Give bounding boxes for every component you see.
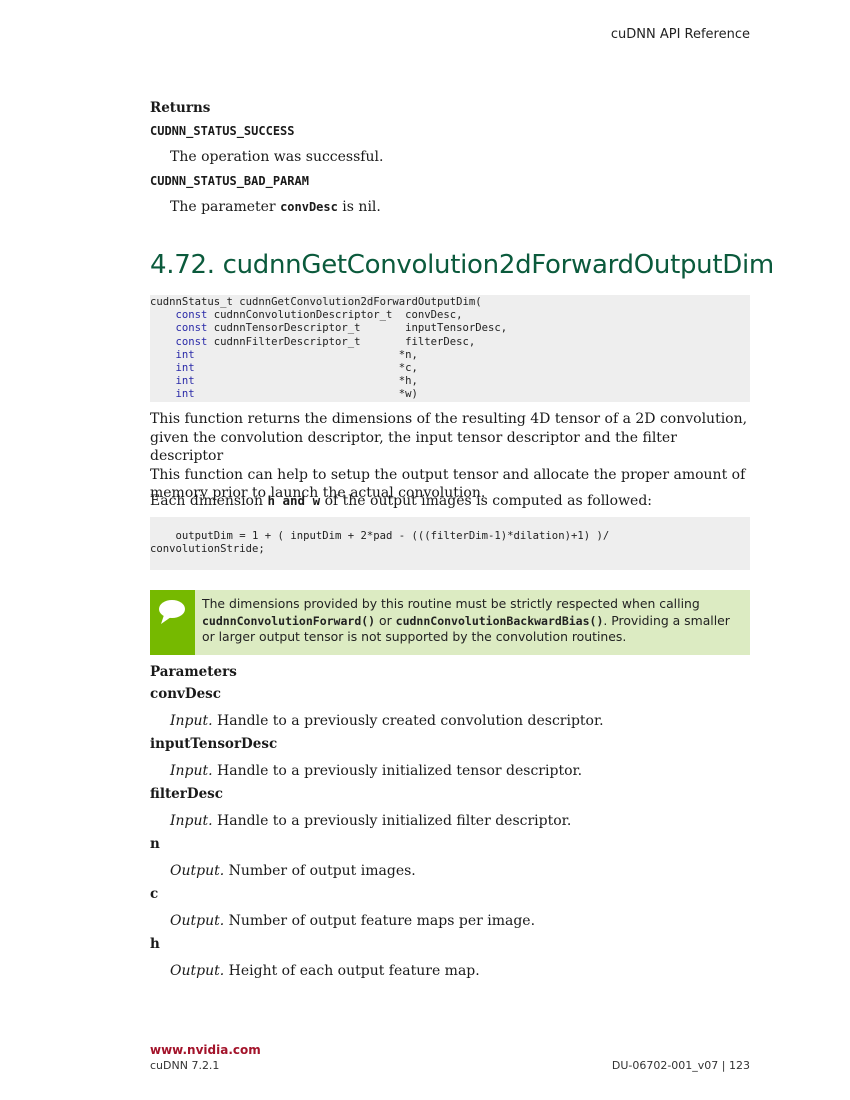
param-name-n: n	[150, 836, 160, 852]
description-paragraph: This function returns the dimensions of …	[150, 410, 750, 503]
param-keyword: const	[175, 335, 208, 348]
footer-nvidia-link[interactable]: www.nvidia.com	[150, 1043, 261, 1057]
dimension-code: h and w	[267, 493, 321, 508]
param-desc-convdesc: Input. Handle to a previously created co…	[170, 713, 604, 729]
param-desc-filterdesc: Input. Handle to a previously initialize…	[170, 813, 571, 829]
formula-codeblock: outputDim = 1 + ( inputDim + 2*pad - (((…	[150, 517, 750, 570]
param-decl: *c,	[194, 362, 418, 375]
description-line: This function returns the dimensions of …	[150, 411, 748, 427]
param-desc-c: Output. Number of output feature maps pe…	[170, 913, 535, 929]
param-desc-inputtensordesc: Input. Handle to a previously initialize…	[170, 763, 582, 779]
param-decl: cudnnConvolutionDescriptor_t convDesc,	[207, 309, 463, 322]
param-keyword: const	[175, 322, 208, 335]
formula-code: outputDim = 1 + ( inputDim + 2*pad - (((…	[150, 517, 750, 556]
dimension-paragraph: Each dimension h and w of the output ima…	[150, 492, 750, 511]
param-keyword: int	[175, 362, 195, 375]
param-decl: cudnnTensorDescriptor_t inputTensorDesc,	[207, 322, 508, 335]
param-desc-text: Handle to a previously initialized filte…	[212, 813, 572, 829]
param-decl: *h,	[194, 375, 418, 388]
section-title: 4.72. cudnnGetConvolution2dForwardOutput…	[150, 250, 774, 280]
return-desc-post: is nil.	[337, 199, 381, 215]
formula-line: convolutionStride;	[150, 543, 265, 556]
param-name-filterdesc: filterDesc	[150, 786, 223, 802]
param-desc-text: Number of output feature maps per image.	[224, 913, 536, 929]
param-desc-text: Height of each output feature map.	[224, 963, 480, 979]
description-line: given the convolution descriptor, the in…	[150, 429, 677, 465]
returns-heading: Returns	[150, 100, 211, 116]
param-kind: Input.	[170, 713, 213, 729]
note-code-backward-bias: cudnnConvolutionBackwardBias()	[395, 613, 604, 628]
param-name-h: h	[150, 936, 160, 952]
return-code-bad-param: CUDNN_STATUS_BAD_PARAM	[150, 174, 309, 188]
param-keyword: int	[175, 375, 195, 388]
param-kind: Output.	[170, 863, 225, 879]
param-desc-h: Output. Height of each output feature ma…	[170, 963, 480, 979]
note-icon-box	[150, 590, 195, 655]
return-desc-pre: The parameter	[170, 199, 281, 215]
function-signature-codeblock: cudnnStatus_t cudnnGetConvolution2dForwa…	[150, 295, 750, 402]
footer-doc-id-page: DU-06702-001_v07 | 123	[611, 1059, 750, 1072]
param-desc-text: Number of output images.	[224, 863, 416, 879]
note-text: The dimensions provided by this routine …	[202, 596, 742, 646]
param-desc-text: Handle to a previously created convoluti…	[212, 713, 604, 729]
note-code-forward: cudnnConvolutionForward()	[202, 613, 376, 628]
return-desc-success: The operation was successful.	[170, 149, 384, 165]
return-code-success: CUDNN_STATUS_SUCCESS	[150, 124, 295, 138]
return-desc-bad-param: The parameter convDesc is nil.	[170, 199, 381, 215]
parameters-heading: Parameters	[150, 664, 237, 680]
dimension-post: of the output images is computed as foll…	[320, 493, 653, 509]
page-header-title: cuDNN API Reference	[610, 27, 750, 42]
param-kind: Input.	[170, 763, 213, 779]
param-name-c: c	[150, 886, 159, 902]
param-keyword: int	[175, 388, 195, 401]
signature-code: cudnnStatus_t cudnnGetConvolution2dForwa…	[150, 296, 750, 402]
param-kind: Output.	[170, 963, 225, 979]
footer-product-version: cuDNN 7.2.1	[150, 1059, 220, 1072]
note-text-mid: or	[375, 612, 396, 628]
param-kind: Output.	[170, 913, 225, 929]
formula-line: outputDim = 1 + ( inputDim + 2*pad - (((…	[150, 530, 610, 542]
param-keyword: const	[175, 309, 208, 322]
param-decl: cudnnFilterDescriptor_t filterDesc,	[207, 335, 476, 348]
param-desc-n: Output. Number of output images.	[170, 863, 416, 879]
param-decl: *n,	[194, 348, 418, 361]
param-decl: *w)	[194, 388, 418, 401]
return-desc-code: convDesc	[280, 200, 338, 214]
param-keyword: int	[175, 348, 195, 361]
speech-bubble-icon	[159, 600, 185, 624]
param-kind: Input.	[170, 813, 213, 829]
note-text-pre: The dimensions provided by this routine …	[202, 596, 700, 611]
signature-head: cudnnStatus_t cudnnGetConvolution2dForwa…	[150, 296, 482, 308]
dimension-pre: Each dimension	[150, 493, 268, 509]
param-name-convdesc: convDesc	[150, 686, 222, 702]
description-line: This function can help to setup the outp…	[150, 466, 746, 483]
param-desc-text: Handle to a previously initialized tenso…	[212, 763, 583, 779]
param-name-inputtensordesc: inputTensorDesc	[150, 736, 278, 752]
note-box: The dimensions provided by this routine …	[150, 590, 750, 655]
